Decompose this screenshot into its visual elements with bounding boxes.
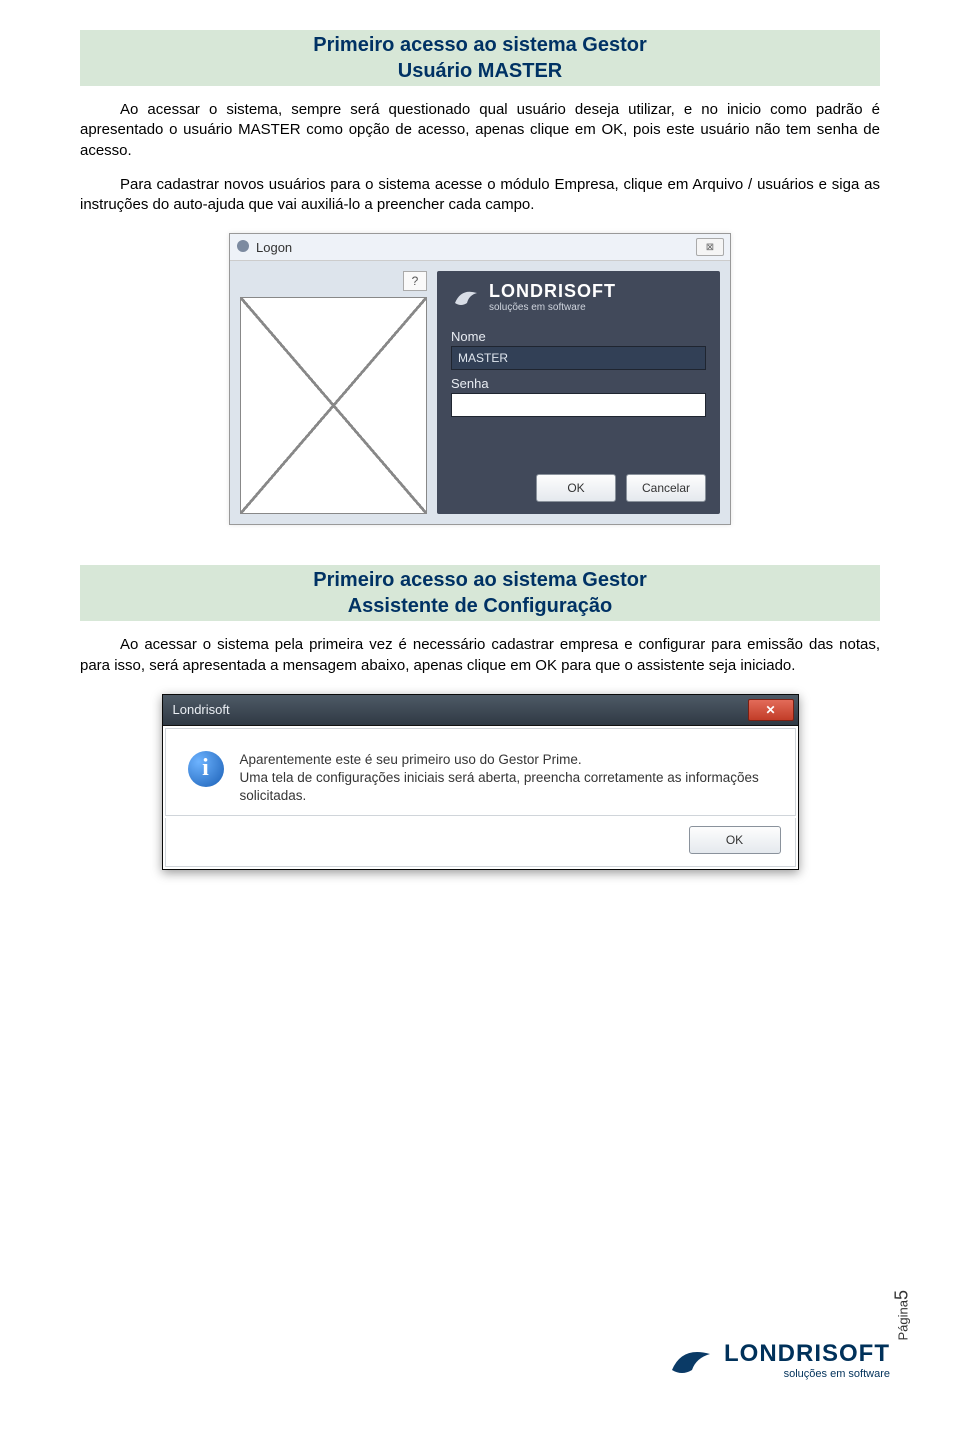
msgbox-ok-label: OK [726, 833, 743, 847]
logon-dialog: Logon ⊠ ? LONDRISOFT sol [229, 233, 731, 525]
brand-name: LONDRISOFT [489, 281, 616, 302]
logon-titlebar: Logon ⊠ [230, 234, 730, 261]
logon-form-panel: LONDRISOFT soluções em software Nome Sen… [437, 271, 720, 514]
bird-icon [668, 1340, 714, 1380]
nome-label: Nome [451, 329, 706, 344]
footer-brand-name: LONDRISOFT [724, 1340, 890, 1368]
close-icon: ⊠ [706, 242, 714, 253]
cancel-button-label: Cancelar [642, 481, 690, 495]
ok-button-label: OK [567, 481, 584, 495]
section1-para2: Para cadastrar novos usuários para o sis… [80, 175, 880, 216]
msgbox-titlebar: Londrisoft ✕ [163, 695, 798, 726]
msgbox-ok-button[interactable]: OK [689, 826, 781, 854]
msgbox-close-button[interactable]: ✕ [748, 699, 794, 721]
close-icon: ✕ [765, 703, 775, 717]
section-header-assistente: Primeiro acesso ao sistema Gestor Assist… [80, 565, 880, 621]
section2-para1: Ao acessar o sistema pela primeira vez é… [80, 635, 880, 676]
app-icon [236, 239, 250, 256]
section-header-master: Primeiro acesso ao sistema Gestor Usuári… [80, 30, 880, 86]
section2-title-line2: Assistente de Configuração [80, 593, 880, 619]
cancel-button[interactable]: Cancelar [626, 474, 706, 502]
section2-title-line1: Primeiro acesso ao sistema Gestor [313, 569, 647, 591]
ok-button[interactable]: OK [536, 474, 616, 502]
help-icon: ? [412, 274, 419, 288]
msgbox-line1: Aparentemente este é seu primeiro uso do… [240, 751, 773, 769]
help-button[interactable]: ? [403, 271, 427, 291]
brand-tagline: soluções em software [489, 302, 616, 313]
footer-brand: LONDRISOFT soluções em software [668, 1340, 890, 1380]
page-number: Página5 [891, 1290, 912, 1341]
close-button[interactable]: ⊠ [696, 238, 724, 256]
nome-field[interactable] [451, 346, 706, 370]
section-title-line1: Primeiro acesso ao sistema Gestor [313, 34, 647, 56]
user-image-placeholder [240, 297, 427, 514]
section-title-line2: Usuário MASTER [80, 58, 880, 84]
section1-para1: Ao acessar o sistema, sempre será questi… [80, 100, 880, 161]
msgbox-text: Aparentemente este é seu primeiro uso do… [240, 751, 773, 806]
info-messagebox: Londrisoft ✕ i Aparentemente este é seu … [162, 694, 799, 871]
senha-label: Senha [451, 376, 706, 391]
page-label: Página [895, 1300, 910, 1340]
page-num-value: 5 [891, 1290, 911, 1300]
info-icon: i [188, 751, 224, 787]
logon-window-title: Logon [256, 240, 292, 255]
bird-icon [451, 283, 481, 311]
senha-field[interactable] [451, 393, 706, 417]
msgbox-line2: Uma tela de configurações iniciais será … [240, 769, 773, 805]
footer-brand-tag: soluções em software [724, 1368, 890, 1380]
msgbox-title-text: Londrisoft [173, 702, 230, 717]
